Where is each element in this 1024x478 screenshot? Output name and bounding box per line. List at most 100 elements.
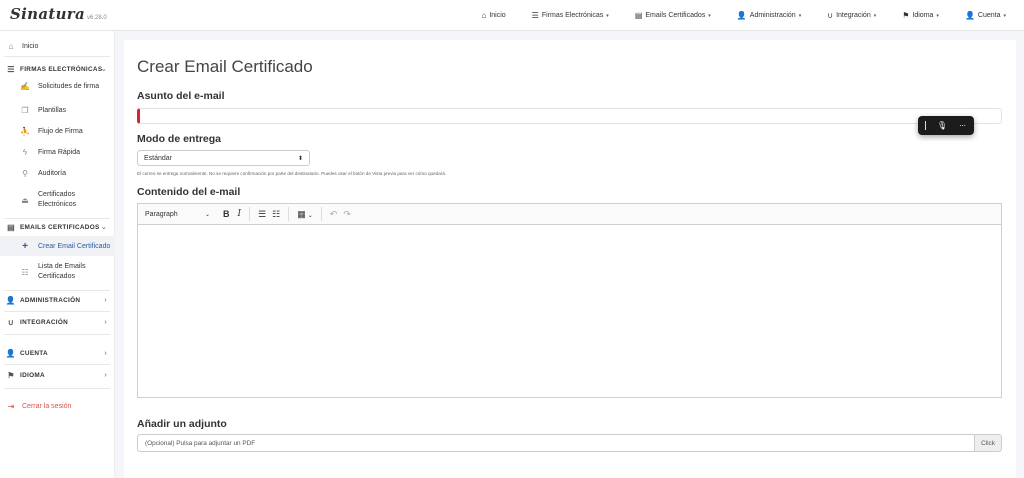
- bulleted-list-icon[interactable]: ☰: [258, 209, 266, 220]
- sidebar-section-label: FIRMAS ELECTRÓNICAS: [20, 65, 103, 73]
- chevron-right-icon: ›: [104, 318, 107, 326]
- sidebar-item-lista-emails[interactable]: ☷ Lista de Emails Certificados: [0, 260, 115, 284]
- attachment-label: Añadir un adjunto: [137, 418, 227, 430]
- sidebar-section-cuenta[interactable]: 👤 CUENTA ›: [0, 347, 115, 359]
- paragraph-label: Paragraph: [145, 210, 178, 218]
- brand-version: v6.28.0: [87, 15, 107, 21]
- numbered-list-icon[interactable]: ☷: [272, 209, 280, 220]
- dictation-toolbar: 🎙 ···: [918, 116, 974, 135]
- list-icon: ☰: [531, 11, 539, 20]
- delivery-mode-select[interactable]: Estándar ⬍: [137, 150, 310, 166]
- sidebar-item-auditoria[interactable]: ⚲ Auditoría: [0, 167, 115, 179]
- sidebar-section-integracion[interactable]: ∪ INTEGRACIÓN ›: [0, 316, 115, 328]
- nav-item-admin[interactable]: 👤 Administración ▾: [737, 11, 801, 20]
- sidebar-section-admin[interactable]: 👤 ADMINISTRACIÓN ›: [0, 294, 115, 306]
- editor-toolbar: Paragraph ⌄ B I ☰ ☷ ▦ ⌄ ↶ ↷: [137, 203, 1002, 225]
- toolbar-separator: [288, 207, 290, 221]
- nav-item-cuenta[interactable]: 👤 Cuenta ▾: [965, 11, 1006, 20]
- sidebar-item-firma-rapida[interactable]: ϟ Firma Rápida: [0, 146, 115, 158]
- brand-logo[interactable]: Sinatura v6.28.0: [10, 5, 107, 23]
- sidebar-divider: [4, 388, 110, 389]
- sidebar-section-firmas[interactable]: ☰ FIRMAS ELECTRÓNICAS ⌄: [0, 63, 115, 75]
- chevron-right-icon: ›: [104, 349, 107, 357]
- delivery-label: Modo de entrega: [137, 133, 222, 145]
- sidebar-item-label: Firma Rápida: [38, 148, 81, 156]
- table-icon[interactable]: ▦ ⌄: [297, 209, 313, 220]
- sidebar-section-emails[interactable]: ▤ EMAILS CERTIFICADOS ⌄: [0, 221, 115, 233]
- subject-input[interactable]: [137, 108, 1002, 124]
- redo-icon[interactable]: ↷: [343, 209, 351, 220]
- list-alt-icon: ▤: [634, 11, 643, 20]
- toolbar-separator: [320, 207, 322, 221]
- undo-icon[interactable]: ↶: [330, 209, 338, 220]
- logout-link[interactable]: ⇥ Cerrar la sesión: [0, 400, 115, 412]
- sidebar-divider: [4, 311, 110, 312]
- caret-down-icon: ▾: [936, 12, 939, 19]
- sidebar-section-label: INTEGRACIÓN: [20, 318, 69, 326]
- attachment-browse-button[interactable]: Click: [974, 434, 1002, 452]
- delivery-help-text: El correo se entrega normalmente. No se …: [137, 171, 447, 176]
- more-options-icon[interactable]: ···: [959, 121, 966, 130]
- sidebar-item-solicitudes[interactable]: ✍ Solicitudes de firma: [0, 82, 115, 91]
- nav-item-firmas[interactable]: ☰ Firmas Electrónicas ▾: [532, 11, 609, 20]
- sidebar-divider: [4, 334, 110, 335]
- nav-item-inicio[interactable]: ⌂ Inicio: [481, 11, 505, 20]
- caret-down-icon: ▾: [798, 12, 802, 19]
- microphone-icon[interactable]: 🎙: [937, 121, 947, 130]
- sidebar-divider: [4, 290, 110, 291]
- drag-handle[interactable]: [925, 121, 926, 130]
- home-icon: ⌂: [481, 11, 487, 20]
- top-nav: ⌂ Inicio ☰ Firmas Electrónicas ▾ ▤ Emails Cert…: [455, 0, 1006, 31]
- logout-label: Cerrar la sesión: [22, 402, 72, 410]
- sidebar-section-idioma[interactable]: ⚑ IDIOMA ›: [0, 369, 115, 381]
- home-icon: ⌂: [8, 41, 14, 51]
- list-ul-icon: ☷: [21, 267, 29, 277]
- sidebar-divider: [4, 364, 110, 365]
- sidebar-item-crear-email[interactable]: + Crear Email Certificado: [0, 236, 115, 256]
- caret-down-icon: ▾: [606, 12, 609, 19]
- list-alt-icon: ▤: [7, 222, 15, 232]
- stamp-icon: ⏏: [21, 195, 29, 205]
- copy-icon: ❐: [21, 105, 29, 115]
- chevron-down-icon: ⌄: [204, 211, 210, 218]
- bold-icon[interactable]: B: [223, 209, 230, 219]
- flag-icon: ⚑: [7, 370, 15, 380]
- file-signature-icon: ✍: [20, 82, 30, 91]
- sidebar-item-inicio[interactable]: ⌂ Inicio: [0, 40, 115, 52]
- sidebar-section-label: IDIOMA: [20, 371, 45, 379]
- attachment-file-input[interactable]: (Opcional) Pulsa para adjuntar un PDF: [137, 434, 975, 452]
- sidebar-section-label: CUENTA: [20, 349, 48, 357]
- nav-item-label: Integración: [836, 12, 871, 19]
- list-icon: ☰: [7, 64, 15, 74]
- sidebar-item-label: Solicitudes de firma: [38, 83, 100, 90]
- plus-icon: +: [22, 240, 28, 252]
- email-content-editor[interactable]: [137, 225, 1002, 398]
- sidebar-item-label: Auditoría: [38, 169, 67, 177]
- sign-out-icon: ⇥: [7, 401, 15, 411]
- sidebar-item-plantillas[interactable]: ❐ Plantillas: [0, 104, 115, 116]
- nav-item-label: Cuenta: [977, 12, 1001, 19]
- brand-name: Sinatura: [10, 5, 86, 23]
- user-icon: 👤: [5, 348, 17, 358]
- chevron-down-icon: ⌄: [100, 66, 107, 73]
- users-icon: ⛹: [20, 126, 30, 136]
- nav-item-label: Inicio: [489, 12, 506, 19]
- nav-item-idioma[interactable]: ⚑ Idioma ▾: [902, 11, 939, 20]
- nav-item-integracion[interactable]: ∪ Integración ▾: [827, 11, 876, 20]
- sidebar-item-label: Inicio: [22, 42, 39, 50]
- attachment-placeholder: (Opcional) Pulsa para adjuntar un PDF: [145, 439, 256, 447]
- sidebar-item-label: Crear Email Certificado: [38, 242, 111, 250]
- italic-icon[interactable]: I: [238, 209, 242, 219]
- sidebar-item-certificados[interactable]: ⏏ Certificados Electrónicos: [0, 188, 115, 212]
- sidebar-item-flujo[interactable]: ⛹ Flujo de Firma: [0, 125, 115, 137]
- sidebar-divider: [4, 56, 110, 57]
- paragraph-dropdown[interactable]: Paragraph ⌄: [138, 211, 214, 218]
- nav-item-label: Administración: [749, 12, 796, 19]
- caret-down-icon: ▾: [873, 12, 877, 19]
- user-icon: 👤: [964, 11, 975, 20]
- caret-down-icon: ▾: [708, 12, 711, 19]
- sidebar-item-label: Lista de Emails Certificados: [38, 263, 86, 280]
- sidebar-section-label: ADMINISTRACIÓN: [20, 296, 81, 304]
- nav-item-emails[interactable]: ▤ Emails Certificados ▾: [635, 11, 711, 20]
- select-arrows-icon: ⬍: [297, 155, 303, 162]
